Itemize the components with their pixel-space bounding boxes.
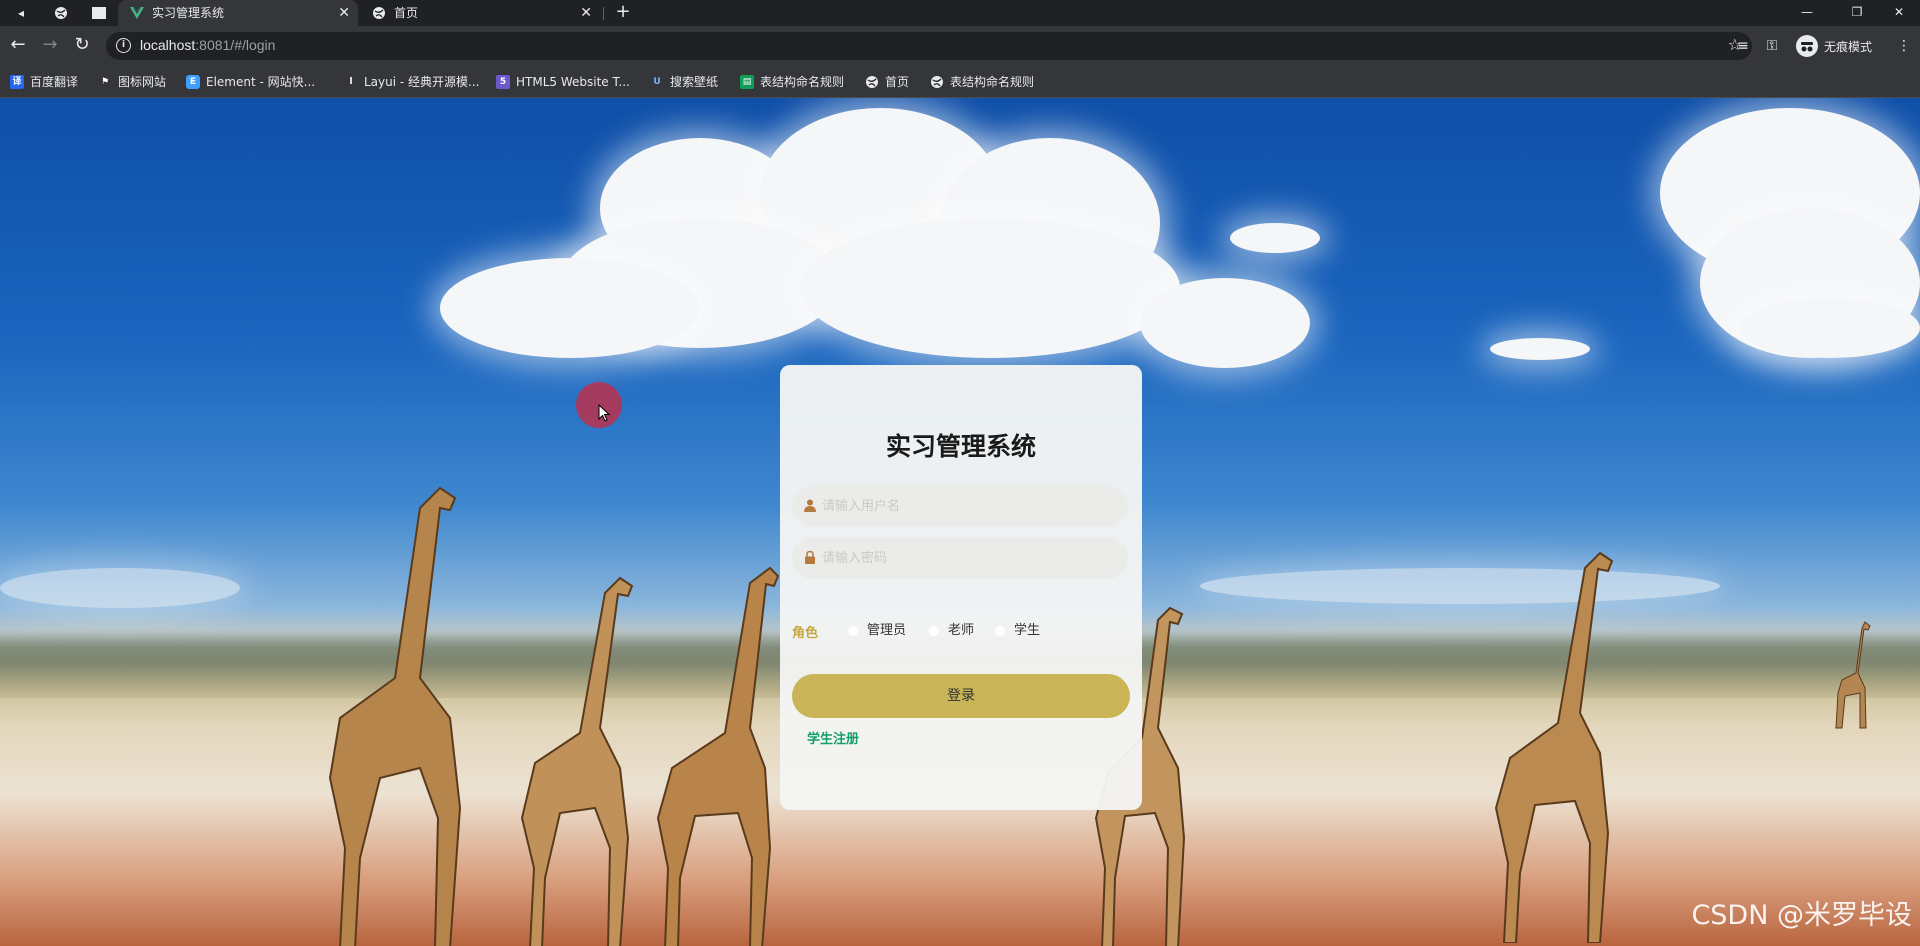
student-register-link[interactable]: 学生注册 [807, 728, 859, 747]
html5-icon: 5 [496, 75, 510, 89]
tab-title: 首页 [394, 6, 419, 20]
tab-title: 实习管理系统 [152, 6, 225, 20]
role-radio-teacher[interactable]: 老师 [928, 622, 974, 640]
lock-icon [805, 551, 815, 564]
forward-button[interactable]: → [38, 34, 62, 58]
address-bar[interactable]: i localhost:8081/#/login ☆ [106, 32, 1752, 60]
role-option-label: 老师 [948, 623, 975, 638]
password-field[interactable] [792, 537, 1128, 579]
bookmark-label: 表结构命名规则 [760, 75, 845, 89]
url-text[interactable]: localhost:8081/#/login [140, 37, 275, 53]
role-radio-admin[interactable]: 管理员 [847, 622, 906, 640]
password-input[interactable] [822, 537, 1112, 579]
bookmark-label: HTML5 Website T... [516, 75, 630, 89]
wallpaper-icon: U [653, 77, 661, 87]
baidu-translate-icon: 译 [10, 75, 24, 89]
username-field[interactable] [792, 485, 1128, 527]
bookmark-label: 图标网站 [118, 75, 167, 89]
login-button[interactable]: 登录 [792, 674, 1130, 718]
speaker-icon[interactable]: ◂ [8, 2, 34, 24]
tab-home[interactable]: 首页 ✕ [360, 0, 600, 26]
globe-icon [931, 76, 943, 88]
bookmark-item[interactable]: l Layui - 经典开源模... [344, 74, 479, 90]
url-path: :8081/#/login [195, 37, 276, 53]
bookmark-label: 百度翻译 [30, 75, 79, 89]
bookmark-item[interactable]: U 搜索壁纸 [650, 74, 718, 90]
close-icon[interactable]: ✕ [580, 0, 592, 26]
bookmark-item[interactable]: 译 百度翻译 [10, 74, 78, 90]
globe-icon [866, 76, 878, 88]
browser-toolbar: ← → ↻ i localhost:8081/#/login ☆ ≡ ⚿ 无痕模… [0, 26, 1920, 66]
tab-strip: ◂ 实习管理系统 ✕ 首页 ✕ + — ❐ ✕ [0, 0, 1920, 26]
new-tab-button[interactable]: + [612, 0, 634, 26]
globe-icon [373, 7, 385, 19]
close-window-button[interactable]: ✕ [1876, 0, 1920, 26]
globe-icon[interactable] [48, 2, 74, 24]
bookmark-label: 表结构命名规则 [950, 75, 1035, 89]
radio-circle-icon [994, 625, 1006, 637]
user-icon [804, 499, 816, 512]
back-button[interactable]: ← [6, 34, 30, 58]
reading-list-icon[interactable]: ≡ [1733, 36, 1753, 56]
role-option-label: 学生 [1014, 623, 1041, 638]
menu-icon[interactable]: ⋮ [1894, 36, 1914, 56]
reload-button[interactable]: ↻ [70, 34, 94, 58]
bookmark-label: 搜索壁纸 [670, 75, 719, 89]
incognito-label: 无痕模式 [1824, 40, 1873, 54]
role-selector: 角色 管理员 老师 学生 [792, 620, 1128, 642]
bookmark-label: Layui - 经典开源模... [364, 75, 480, 89]
bookmark-item[interactable]: E Element - 网站快... [186, 74, 315, 90]
bookmark-label: Element - 网站快... [206, 75, 316, 89]
role-radio-student[interactable]: 学生 [994, 622, 1040, 640]
cursor-icon [598, 404, 610, 422]
sheet-icon: ▤ [740, 75, 754, 89]
vue-logo-icon [130, 7, 144, 19]
close-icon[interactable]: ✕ [338, 0, 350, 26]
username-input[interactable] [822, 485, 1112, 527]
watermark: CSDN @米罗毕设 [1691, 900, 1912, 931]
layui-icon: l [349, 77, 353, 87]
bookmarks-bar: 译 百度翻译 ⚑ 图标网站 E Element - 网站快... l Layui… [0, 66, 1920, 98]
login-title: 实习管理系统 [885, 432, 1036, 461]
bookmark-item[interactable]: 5 HTML5 Website T... [496, 74, 630, 90]
bookmark-item[interactable]: 表结构命名规则 [930, 74, 1034, 90]
info-icon[interactable]: i [116, 38, 131, 53]
flag-icon: ⚑ [100, 77, 110, 87]
minimize-button[interactable]: — [1784, 0, 1830, 26]
bookmark-item[interactable]: 首页 [865, 74, 909, 90]
bookmark-label: 首页 [885, 75, 910, 89]
tab-login[interactable]: 实习管理系统 ✕ [118, 0, 358, 26]
tab-separator [603, 7, 604, 20]
element-icon: E [186, 75, 200, 89]
role-label: 角色 [792, 626, 819, 641]
page-viewport: 实习管理系统 角色 管理员 老师 学生 登录 学生注册 [0, 98, 1920, 946]
restore-button[interactable]: ❐ [1834, 0, 1880, 26]
key-icon[interactable]: ⚿ [1762, 36, 1782, 56]
bookmark-item[interactable]: ▤ 表结构命名规则 [740, 74, 844, 90]
radio-circle-icon [847, 625, 859, 637]
url-host: localhost [140, 37, 196, 53]
bookmark-item[interactable]: ⚑ 图标网站 [98, 74, 166, 90]
role-option-label: 管理员 [867, 623, 907, 638]
radio-circle-icon [928, 625, 940, 637]
incognito-icon [1796, 35, 1818, 57]
login-card: 实习管理系统 角色 管理员 老师 学生 登录 学生注册 [780, 365, 1142, 810]
window-icon[interactable] [86, 2, 112, 24]
